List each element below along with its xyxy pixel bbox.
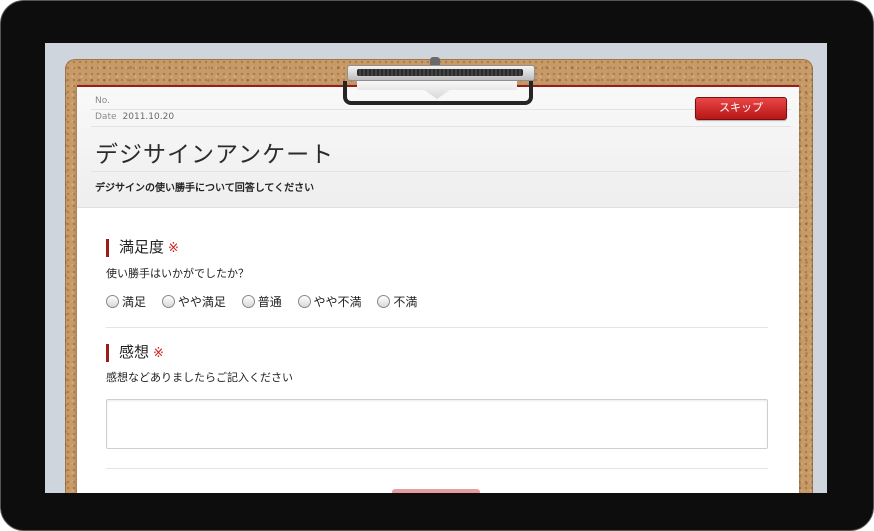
divider (91, 171, 791, 172)
question-heading-comments: 感想 ※ (106, 344, 164, 362)
date-label: Date (95, 112, 117, 122)
radio-button-icon[interactable] (377, 295, 391, 308)
option-satisfied[interactable]: 満足 (106, 293, 146, 310)
radio-button-icon[interactable] (297, 295, 311, 308)
option-label: やや不満 (313, 295, 362, 309)
clipboard-clip-bar (357, 69, 523, 76)
date-row: Date 2011.10.20 (95, 112, 174, 122)
survey-subtitle: デジサインの使い勝手について回答してください (95, 183, 315, 194)
required-mark: ※ (153, 346, 164, 361)
question-heading-label: 満足度 (119, 238, 165, 256)
date-value: 2011.10.20 (122, 112, 175, 122)
divider (91, 109, 791, 110)
question-text-comments: 感想などありましたらご記入ください (106, 371, 293, 384)
option-label: 普通 (257, 295, 282, 309)
option-neutral[interactable]: 普通 (241, 293, 282, 310)
satisfaction-options: 満足 やや満足 普通 やや不満 不満 (106, 293, 429, 310)
option-dissatisfied[interactable]: 不満 (377, 293, 417, 310)
required-mark: ※ (168, 241, 179, 256)
radio-button-icon[interactable] (161, 295, 175, 308)
option-label: やや満足 (177, 295, 226, 309)
tablet-frame: No. Date 2011.10.20 スキップ デジサインアンケート デジサイン… (0, 0, 874, 531)
question-text-satisfaction: 使い勝手はいかがでしたか？ (106, 267, 249, 280)
survey-header: No. Date 2011.10.20 スキップ デジサインアンケート デジサイン… (77, 87, 799, 208)
survey-sheet: No. Date 2011.10.20 スキップ デジサインアンケート デジサイン… (77, 85, 799, 493)
tablet-screen: No. Date 2011.10.20 スキップ デジサインアンケート デジサイン… (45, 43, 827, 493)
survey-title: デジサインアンケート (95, 142, 335, 168)
section-divider (106, 468, 768, 469)
question-heading-satisfaction: 満足度 ※ (106, 239, 179, 257)
section-divider (106, 327, 768, 328)
question-heading-label: 感想 (119, 343, 150, 361)
number-label: No. (95, 96, 110, 106)
radio-button-icon[interactable] (106, 295, 119, 308)
clipboard-clip-knob (430, 57, 440, 65)
option-somewhat-satisfied[interactable]: やや満足 (161, 293, 226, 310)
option-label: 不満 (393, 295, 418, 309)
divider (91, 126, 791, 127)
radio-button-icon[interactable] (241, 295, 255, 308)
skip-button[interactable]: スキップ (695, 97, 787, 120)
option-somewhat-dissatisfied[interactable]: やや不満 (297, 293, 362, 310)
comments-textarea[interactable] (106, 399, 768, 449)
option-label: 満足 (122, 295, 147, 309)
submit-button[interactable] (392, 489, 480, 493)
